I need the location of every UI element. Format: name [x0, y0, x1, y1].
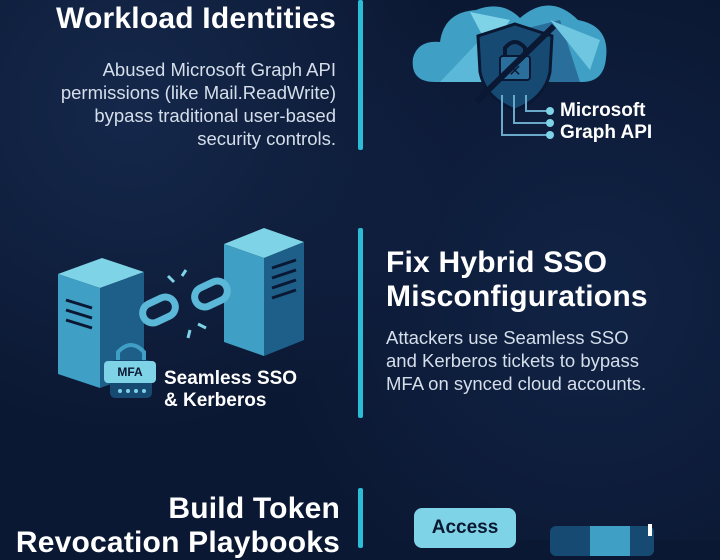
section1-body-line: bypass traditional user-based	[94, 105, 336, 126]
section3-title-line: Build Token	[168, 492, 340, 525]
sso-kerberos-label: Seamless SSO & Kerberos	[164, 368, 297, 412]
token-card-icon	[550, 524, 654, 556]
section1-body-line: permissions (like Mail.ReadWrite)	[60, 82, 336, 103]
graph-api-label-line: Graph API	[560, 122, 653, 143]
section1-title: Workload Identities	[56, 2, 336, 35]
section1-body: Abused Microsoft Graph API permissions (…	[20, 58, 336, 150]
section3-title-line: Revocation Playbooks	[15, 526, 340, 559]
section2-title-line: Misconfigurations	[386, 280, 648, 313]
server-icon	[224, 228, 304, 356]
section3-divider	[358, 488, 363, 548]
section3-title: Build Token Revocation Playbooks	[0, 492, 340, 560]
access-badge: Access	[414, 508, 516, 548]
section2-title-line: Fix Hybrid SSO	[386, 246, 608, 279]
graph-connector-icon	[501, 95, 554, 139]
section2-body-line: MFA on synced cloud accounts.	[386, 373, 647, 394]
section2-body-line: Attackers use Seamless SSO	[386, 327, 629, 348]
sso-kerberos-label-line: Seamless SSO	[164, 368, 298, 389]
graph-api-label: Microsoft Graph API	[560, 100, 652, 144]
section2-body-line: and Kerberos tickets to bypass	[386, 350, 639, 371]
section2-body: Attackers use Seamless SSO and Kerberos …	[386, 326, 716, 395]
section-workload-identities: Workload Identities Abused Microsoft Gra…	[0, 0, 720, 200]
sso-kerberos-label-line: & Kerberos	[164, 390, 267, 411]
section1-divider	[358, 0, 363, 150]
graph-api-label-line: Microsoft	[560, 100, 646, 121]
section2-divider	[358, 228, 363, 418]
section1-body-line: security controls.	[197, 128, 336, 149]
section1-body-line: Abused Microsoft Graph API	[102, 59, 336, 80]
mfa-badge: MFA	[104, 361, 156, 383]
broken-chain-icon	[139, 269, 231, 339]
section2-title: Fix Hybrid SSO Misconfigurations	[386, 246, 706, 314]
